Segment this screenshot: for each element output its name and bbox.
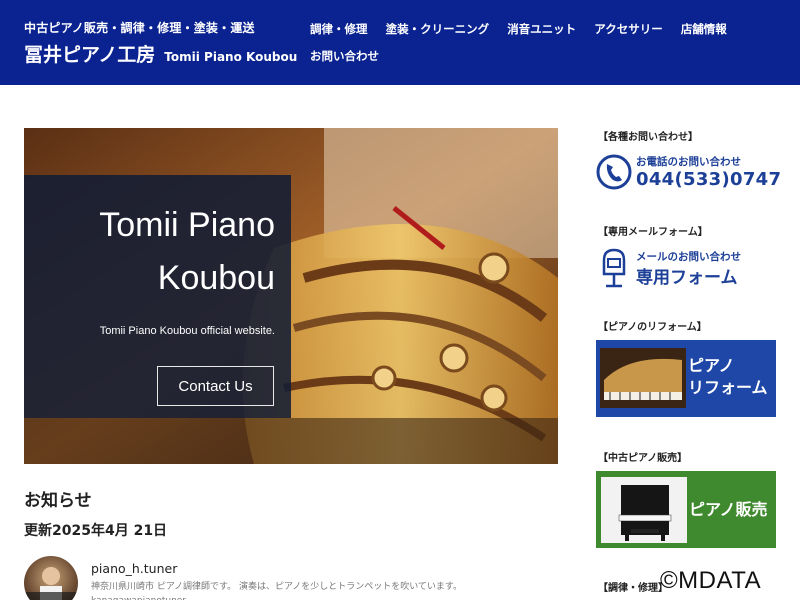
mail-contact[interactable]: メールのお問い合わせ 専用フォーム xyxy=(598,246,788,290)
site-tagline: 中古ピアノ販売・調律・修理・塗装・運送 xyxy=(24,21,255,35)
copyright-watermark: ©MDATA xyxy=(660,567,762,594)
reform-heading: 【ピアノのリフォーム】 xyxy=(598,322,707,333)
hero-overlay: Tomii Piano Koubou Tomii Piano Koubou of… xyxy=(24,175,291,418)
phone-label: お電話のお問い合わせ xyxy=(636,156,741,168)
upright-piano-image xyxy=(601,477,687,543)
tuning-heading: 【調律・修理】 xyxy=(598,583,668,594)
contact-us-button[interactable]: Contact Us xyxy=(157,366,274,406)
hero-description: Tomii Piano Koubou official website. xyxy=(99,325,275,337)
author-name[interactable]: piano_h.tuner xyxy=(91,561,177,576)
author-bio: 神奈川県川崎市 ピアノ調律師です。 演奏は、ピアノを少しとトランペットを吹いてい… xyxy=(91,582,463,600)
reform-banner[interactable]: ピアノ リフォーム xyxy=(596,340,776,417)
site-header: 中古ピアノ販売・調律・修理・塗装・運送 冨井ピアノ工房 Tomii Piano … xyxy=(0,0,800,85)
contact-heading: 【各種お問い合わせ】 xyxy=(598,132,698,143)
used-piano-banner[interactable]: ピアノ販売 xyxy=(596,471,776,548)
news-updated-date: 更新2025年4月 21日 xyxy=(24,523,168,539)
used-piano-heading: 【中古ピアノ販売】 xyxy=(598,453,688,464)
mail-label: メールのお問い合わせ xyxy=(636,251,741,263)
nav-item-contact[interactable]: お問い合わせ xyxy=(310,48,379,72)
reform-banner-text: ピアノ リフォーム xyxy=(688,356,768,397)
nav-item-accessories[interactable]: アクセサリー xyxy=(594,21,662,45)
avatar[interactable] xyxy=(24,556,78,600)
main-nav: 調律・修理 塗装・クリーニング 消音ユニット アクセサリー 店舗情報 お問い合わ… xyxy=(310,18,780,72)
mailbox-icon xyxy=(602,248,626,288)
brand[interactable]: 中古ピアノ販売・調律・修理・塗装・運送 冨井ピアノ工房 Tomii Piano … xyxy=(24,19,297,67)
site-name[interactable]: 冨井ピアノ工房 xyxy=(24,40,155,67)
mail-form-link[interactable]: 専用フォーム xyxy=(636,263,738,288)
phone-contact[interactable]: お電話のお問い合わせ 044(533)0747 xyxy=(596,152,786,194)
nav-item-silent-unit[interactable]: 消音ユニット xyxy=(507,21,576,45)
hero-banner: Tomii Piano Koubou Tomii Piano Koubou of… xyxy=(24,128,558,464)
nav-item-painting-cleaning[interactable]: 塗装・クリーニング xyxy=(386,21,490,45)
mailform-heading: 【専用メールフォーム】 xyxy=(598,227,708,238)
grand-piano-image xyxy=(600,348,686,408)
hero-title: Tomii Piano Koubou xyxy=(99,206,275,297)
nav-item-tuning-repair[interactable]: 調律・修理 xyxy=(310,21,368,45)
nav-item-store-info[interactable]: 店舗情報 xyxy=(681,21,727,45)
site-subtitle: Tomii Piano Koubou xyxy=(164,50,298,64)
phone-icon xyxy=(596,154,632,190)
phone-number[interactable]: 044(533)0747 xyxy=(636,169,781,190)
used-piano-banner-text: ピアノ販売 xyxy=(689,500,768,519)
news-heading: お知らせ xyxy=(24,491,92,511)
